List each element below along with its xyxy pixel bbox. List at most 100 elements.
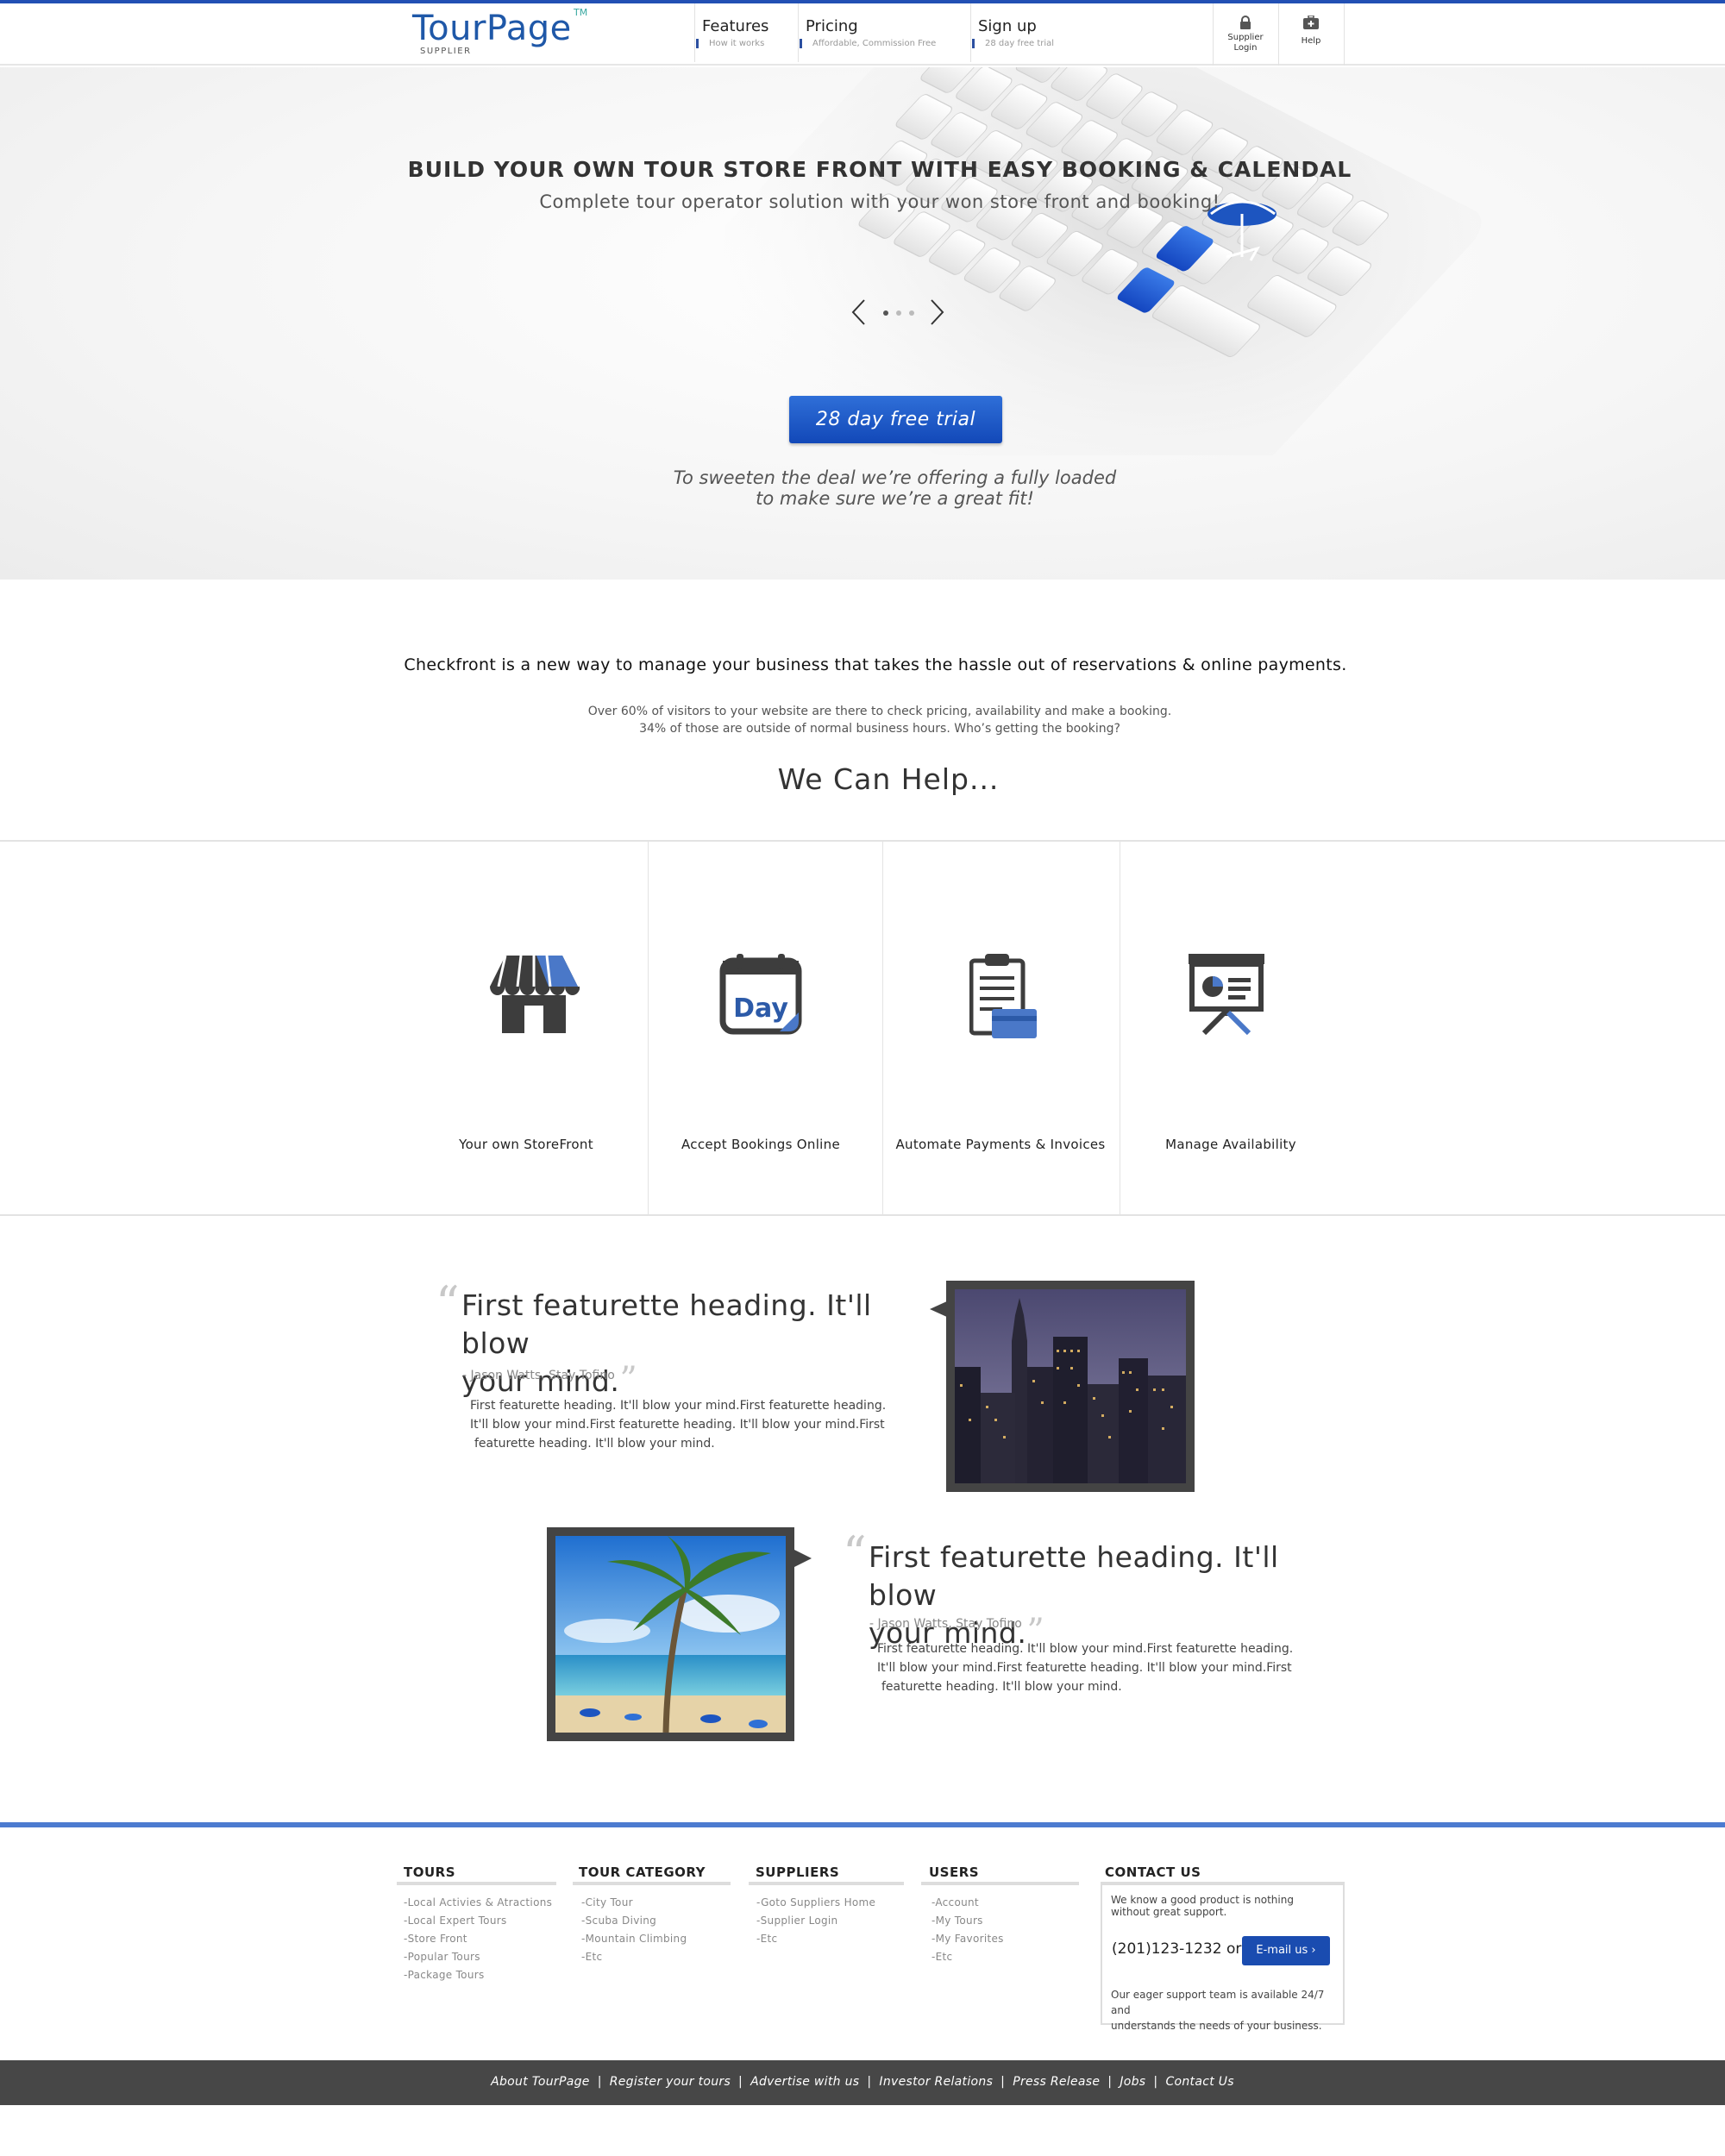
lock-icon bbox=[1240, 16, 1251, 29]
hero-subtitle: Complete tour operator solution with you… bbox=[539, 191, 1220, 212]
featurette-1-heading-line1: First featurette heading. It'll blow bbox=[461, 1288, 872, 1360]
featurette-2-body-line2: It'll blow your mind.First featurette he… bbox=[877, 1661, 1292, 1675]
footer-contact-title: CONTACT US bbox=[1105, 1865, 1201, 1880]
footer-link[interactable]: -Account bbox=[932, 1894, 1004, 1912]
footer-link[interactable]: -Etc bbox=[581, 1948, 687, 1966]
featurette-1-body-line2: It'll blow your mind.First featurette he… bbox=[470, 1418, 885, 1432]
footer-link[interactable]: -Supplier Login bbox=[756, 1912, 875, 1930]
footer-bottom-link[interactable]: Register your tours bbox=[610, 2075, 731, 2089]
footer-link[interactable]: -Package Tours bbox=[404, 1966, 552, 1984]
quote-open-icon: “ bbox=[843, 1526, 867, 1581]
footer-suppliers-links: -Goto Suppliers Home -Supplier Login -Et… bbox=[756, 1894, 875, 1948]
hero-note-line2: to make sure we’re a great fit! bbox=[756, 488, 1034, 509]
footer-accent-rule bbox=[0, 1822, 1725, 1827]
intro-body: Over 60% of visitors to your website are… bbox=[0, 703, 1725, 737]
storefront-icon bbox=[490, 955, 580, 1033]
free-trial-button[interactable]: 28 day free trial bbox=[789, 396, 1002, 443]
footer-column-rule bbox=[573, 1882, 731, 1885]
footer-link[interactable]: -My Favorites bbox=[932, 1930, 1004, 1948]
footer-bottom-link[interactable]: Press Release bbox=[1013, 2075, 1100, 2089]
supplier-login-line2: Login bbox=[1233, 43, 1258, 53]
link-separator: | bbox=[738, 2075, 743, 2089]
link-separator: | bbox=[1107, 2075, 1113, 2089]
nav-signup-title: Sign up bbox=[978, 17, 1037, 35]
footer-link[interactable]: -Scuba Diving bbox=[581, 1912, 687, 1930]
carousel-dot-active[interactable] bbox=[883, 310, 888, 316]
feature-label-availability: Manage Availability bbox=[1165, 1137, 1296, 1152]
footer-column-rule bbox=[749, 1882, 904, 1885]
intro-body-line2: 34% of those are outside of normal busin… bbox=[639, 722, 1120, 736]
footer-link[interactable]: -Etc bbox=[756, 1930, 875, 1948]
footer-link[interactable]: -City Tour bbox=[581, 1894, 687, 1912]
hero-note: To sweeten the deal we’re offering a ful… bbox=[0, 467, 1725, 509]
clipboard-card-icon bbox=[969, 954, 1037, 1038]
nav-signup-sub: 28 day free trial bbox=[972, 39, 1108, 48]
footer-link[interactable]: -My Tours bbox=[932, 1912, 1004, 1930]
footer-link[interactable]: -Local Activies & Atractions bbox=[404, 1894, 552, 1912]
nav-pricing[interactable]: Pricing Affordable, Commission Free bbox=[798, 3, 970, 62]
logo[interactable]: TourPage bbox=[412, 9, 572, 48]
footer-link[interactable]: -Store Front bbox=[404, 1930, 552, 1948]
footer-link[interactable]: -Popular Tours bbox=[404, 1948, 552, 1966]
header-divider bbox=[1344, 3, 1345, 66]
footer-bottom-link[interactable]: Contact Us bbox=[1165, 2075, 1233, 2089]
footer-link[interactable]: -Goto Suppliers Home bbox=[756, 1894, 875, 1912]
city-skyline-image bbox=[955, 1289, 1186, 1483]
contact-support-line1: Our eager support team is available 24/7… bbox=[1111, 1989, 1325, 2016]
carousel-next-icon[interactable] bbox=[926, 298, 947, 327]
footer-bottom-link[interactable]: Jobs bbox=[1120, 2075, 1145, 2089]
footer-column-rule bbox=[397, 1882, 556, 1885]
quote-open-icon: “ bbox=[436, 1276, 460, 1331]
footer-bottom-link[interactable]: About TourPage bbox=[491, 2075, 590, 2089]
footer-column-rule bbox=[921, 1882, 1079, 1885]
footer-link[interactable]: -Mountain Climbing bbox=[581, 1930, 687, 1948]
contact-box: We know a good product is nothing withou… bbox=[1101, 1882, 1345, 2032]
featurette-1-heading: First featurette heading. It'll blow you… bbox=[461, 1287, 944, 1401]
featurette-2-body-line1: First featurette heading. It'll blow you… bbox=[877, 1642, 1294, 1656]
footer-suppliers-title: SUPPLIERS bbox=[756, 1865, 840, 1880]
hero-title: BUILD YOUR OWN TOUR STORE FRONT WITH EAS… bbox=[407, 157, 1352, 182]
help-heading: We Can Help... bbox=[777, 762, 1000, 796]
footer-link[interactable]: -Local Expert Tours bbox=[404, 1912, 552, 1930]
nav-features[interactable]: Features How it works bbox=[694, 3, 798, 62]
nav-pricing-sub: Affordable, Commission Free bbox=[800, 39, 970, 48]
footer-bottom-bar: About TourPage | Register your tours | Adver… bbox=[0, 2060, 1725, 2105]
logo-trademark: TM bbox=[574, 7, 588, 18]
footer-link[interactable]: -Etc bbox=[932, 1948, 1004, 1966]
footer-tours-links: -Local Activies & Atractions -Local Expe… bbox=[404, 1894, 552, 1984]
help-label: Help bbox=[1301, 36, 1321, 46]
featurette-2-heading-line1: First featurette heading. It'll blow bbox=[869, 1540, 1279, 1612]
presentation-board-icon bbox=[1189, 954, 1264, 1035]
footer-bottom-link[interactable]: Advertise with us bbox=[750, 2075, 859, 2089]
carousel-prev-icon[interactable] bbox=[849, 298, 869, 327]
footer-users-links: -Account -My Tours -My Favorites -Etc bbox=[932, 1894, 1004, 1966]
link-separator: | bbox=[1153, 2075, 1158, 2089]
footer-category-links: -City Tour -Scuba Diving -Mountain Climb… bbox=[581, 1894, 687, 1966]
carousel-dot[interactable] bbox=[896, 310, 901, 316]
beach-image bbox=[555, 1536, 786, 1733]
footer-bottom-link[interactable]: Investor Relations bbox=[879, 2075, 993, 2089]
featurette-1-body: First featurette heading. It'll blow you… bbox=[470, 1396, 936, 1453]
help-button[interactable]: Help bbox=[1278, 3, 1343, 66]
contact-phone: (201)123-1232 or bbox=[1112, 1940, 1242, 1958]
link-separator: | bbox=[597, 2075, 602, 2089]
hero-note-line1: To sweeten the deal we’re offering a ful… bbox=[673, 467, 1117, 488]
carousel-dot[interactable] bbox=[909, 310, 914, 316]
feature-label-bookings: Accept Bookings Online bbox=[681, 1137, 840, 1152]
nav-signup[interactable]: Sign up 28 day free trial bbox=[970, 3, 1108, 62]
quote-close-icon: ” bbox=[619, 1360, 638, 1400]
link-separator: | bbox=[867, 2075, 872, 2089]
first-aid-icon bbox=[1303, 16, 1319, 29]
contact-support-line2: understands the needs of your business. bbox=[1111, 2020, 1322, 2032]
featurette-2-body: First featurette heading. It'll blow you… bbox=[877, 1639, 1347, 1696]
link-separator: | bbox=[1000, 2075, 1006, 2089]
featurette-1-body-line3: featurette heading. It'll blow your mind… bbox=[474, 1437, 715, 1451]
footer-bottom-links: About TourPage | Register your tours | Adver… bbox=[0, 2075, 1725, 2089]
featurette-2-heading: First featurette heading. It'll blow you… bbox=[869, 1539, 1352, 1652]
email-us-button[interactable]: E-mail us › bbox=[1242, 1936, 1330, 1965]
featurette-1-image-frame bbox=[946, 1281, 1195, 1492]
supplier-login-button[interactable]: Supplier Login bbox=[1213, 3, 1277, 66]
contact-text: We know a good product is nothing withou… bbox=[1111, 1894, 1294, 1918]
intro-body-line1: Over 60% of visitors to your website are… bbox=[587, 705, 1172, 718]
featurette-2-author: - Jason Watts, Stay Tofino bbox=[869, 1617, 1022, 1631]
